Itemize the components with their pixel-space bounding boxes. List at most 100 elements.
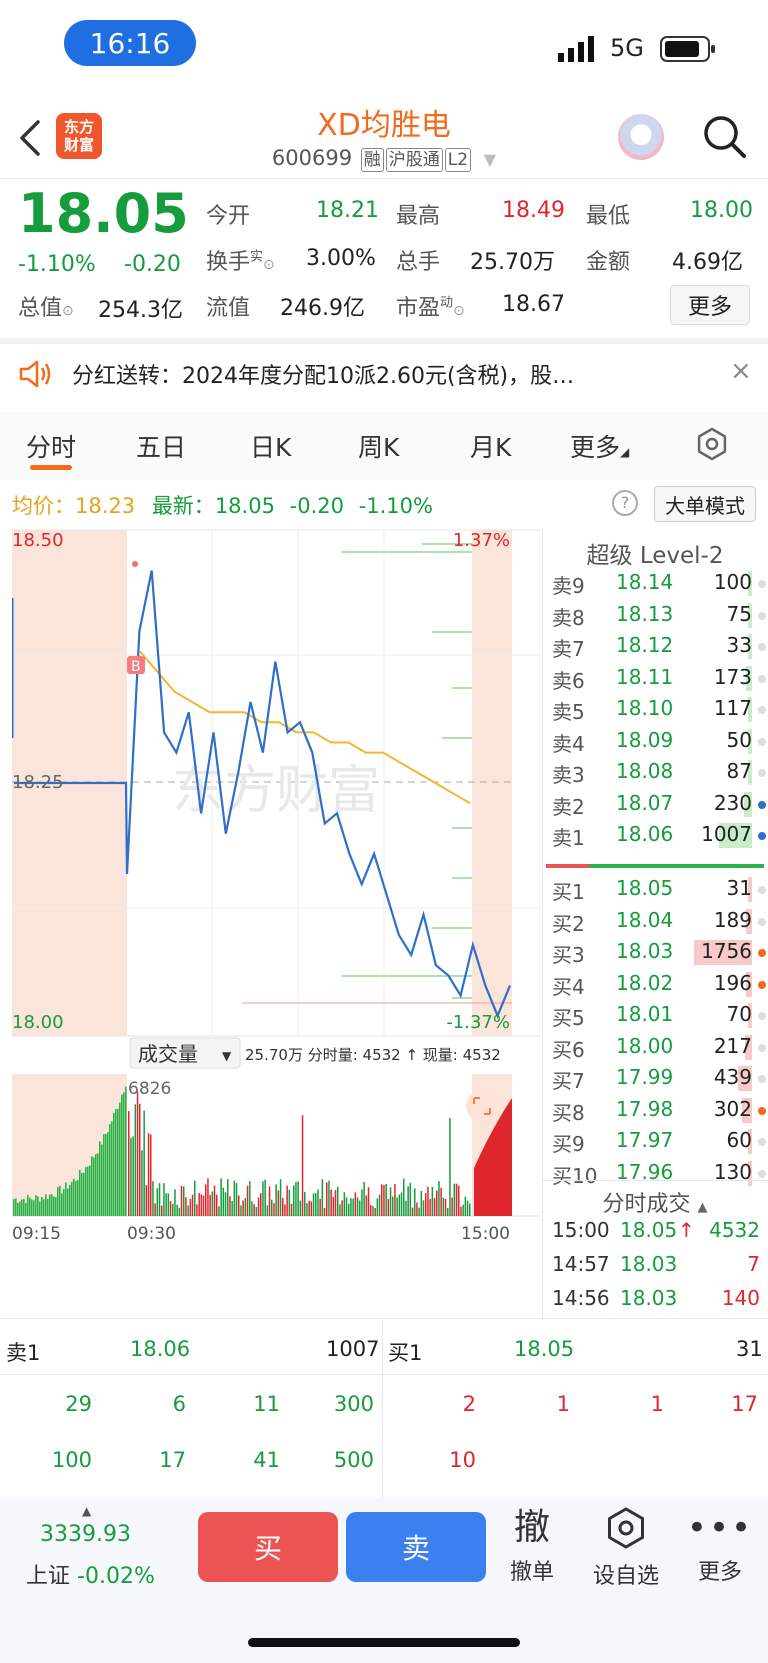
tab-more[interactable]: 更多◢ (570, 428, 629, 464)
bid-row[interactable]: 买5 18.01 70 (552, 1000, 766, 1031)
volume-bar (95, 1154, 97, 1216)
level-price: 18.12 (616, 633, 674, 657)
volume-bar (227, 1179, 229, 1216)
tab-week-k[interactable]: 周K (358, 428, 399, 464)
volume-bar (407, 1186, 409, 1216)
bid-row[interactable]: 买4 18.02 196 (552, 969, 766, 1000)
level-volume: 196 (713, 970, 752, 995)
tab-intraday[interactable]: 分时 (26, 428, 76, 464)
order-dot-icon (758, 886, 766, 894)
help-icon[interactable]: ? (612, 490, 638, 516)
volume-bar (143, 1110, 145, 1216)
volume-bar (323, 1207, 326, 1216)
ask-row[interactable]: 卖5 18.10 117 (552, 694, 766, 725)
bid-ask-ratio-bar (546, 864, 764, 868)
bid-row[interactable]: 买10 17.96 130 (552, 1158, 766, 1189)
dividend-notice[interactable]: 分红送转：2024年度分配10派2.60元(含税)，股… (72, 358, 692, 390)
volume-bar (288, 1189, 291, 1216)
volume-bar (194, 1180, 196, 1216)
volume-bar (319, 1198, 321, 1216)
tab-day-k[interactable]: 日K (250, 428, 291, 464)
level-label: 卖1 (552, 826, 585, 850)
big-order-mode-button[interactable]: 大单模式 (654, 486, 756, 522)
ask-row[interactable]: 卖3 18.08 87 (552, 757, 766, 788)
index-value[interactable]: 3339.93 (40, 1522, 131, 1547)
more-menu-button[interactable]: ••• 更多 (680, 1506, 760, 1586)
volume-bar (220, 1178, 222, 1216)
gear-icon[interactable] (694, 426, 730, 462)
volume-bar (17, 1202, 19, 1216)
tick-volume: 7 (747, 1252, 760, 1276)
bid-row[interactable]: 买7 17.99 439 (552, 1063, 766, 1094)
ask-row[interactable]: 卖4 18.09 50 (552, 726, 766, 757)
queue-sell-price: 18.06 (130, 1337, 191, 1361)
level-volume: 87 (726, 759, 752, 783)
ask-row[interactable]: 卖2 18.07 230 (552, 789, 766, 820)
bid-row[interactable]: 买8 17.98 302 (552, 1095, 766, 1126)
volume-bar (49, 1194, 51, 1216)
order-dot-icon (758, 1169, 766, 1178)
volume-bar (99, 1141, 101, 1216)
volume-bar (321, 1179, 324, 1216)
volume-bar (240, 1205, 242, 1216)
volume-bar (396, 1197, 398, 1216)
volume-bar (41, 1197, 43, 1216)
volume-bar (21, 1199, 23, 1216)
add-watchlist-button[interactable]: 设自选 (586, 1506, 666, 1590)
divider (542, 1180, 768, 1181)
volume-bar (87, 1166, 89, 1216)
tab-month-k[interactable]: 月K (470, 428, 511, 464)
ask-row[interactable]: 卖1 18.06 1007 (552, 820, 766, 851)
level-price: 18.06 (616, 822, 674, 846)
volume-bar (431, 1186, 434, 1216)
queue-order: 29 (65, 1392, 92, 1416)
assistant-robot-icon[interactable] (618, 114, 664, 160)
ask-row[interactable]: 卖8 18.13 75 (552, 600, 766, 631)
volume-bar (306, 1203, 308, 1216)
ask-row[interactable]: 卖9 18.14 100 (552, 568, 766, 599)
bid-row[interactable]: 买3 18.03 1756 (552, 937, 766, 968)
ask-row[interactable]: 卖7 18.12 33 (552, 631, 766, 662)
volume-bar (383, 1185, 385, 1216)
volume-bar (376, 1198, 379, 1216)
divider (0, 1374, 768, 1375)
more-quote-button[interactable]: 更多 (670, 285, 750, 325)
queue-order: 1 (650, 1392, 664, 1416)
sell-button[interactable]: 卖 (346, 1512, 486, 1582)
queue-order: 6 (172, 1392, 186, 1416)
bid-row[interactable]: 买2 18.04 189 (552, 906, 766, 937)
ticks-title[interactable]: 分时成交 ▲ (542, 1186, 768, 1218)
close-icon[interactable]: × (730, 356, 752, 386)
volume-bar (63, 1188, 65, 1216)
volume-bar (111, 1121, 113, 1216)
intraday-chart[interactable]: 东方财富 B 18.50 18.25 18.00 1.37% -1.37% 成交… (12, 528, 540, 1246)
volume-bar (218, 1206, 220, 1216)
buy-button[interactable]: 买 (198, 1512, 338, 1582)
queue-buy-price: 18.05 (514, 1337, 575, 1361)
volume-bar (55, 1197, 57, 1216)
bid-row[interactable]: 买6 18.00 217 (552, 1032, 766, 1063)
volume-bar (251, 1201, 253, 1216)
battery-icon (660, 36, 715, 62)
bid-row[interactable]: 买9 17.97 60 (552, 1126, 766, 1157)
bid-row[interactable]: 买1 18.05 31 (552, 874, 766, 905)
index-line[interactable]: 上证 -0.02% (26, 1558, 155, 1590)
volume-bar (180, 1185, 183, 1216)
tab-five-day[interactable]: 五日 (136, 428, 186, 464)
volume-bar (183, 1186, 185, 1216)
queue-order: 11 (253, 1392, 280, 1416)
volume-bar (57, 1187, 59, 1216)
cancel-order-button[interactable]: 撤 撤单 (492, 1506, 572, 1586)
level2-title[interactable]: 超级 Level-2 (542, 536, 768, 570)
search-icon[interactable] (700, 112, 748, 160)
ask-row[interactable]: 卖6 18.11 173 (552, 663, 766, 694)
volume-bar (117, 1108, 119, 1216)
volume-bar (176, 1204, 178, 1216)
volume-bar (350, 1198, 352, 1216)
svg-text:B: B (131, 659, 141, 675)
level-label: 卖3 (552, 763, 585, 787)
index-expand-icon[interactable]: ▲ (82, 1504, 91, 1518)
volume-bar (462, 1204, 464, 1216)
order-dot-icon (758, 611, 766, 620)
volume-bar (460, 1206, 462, 1216)
